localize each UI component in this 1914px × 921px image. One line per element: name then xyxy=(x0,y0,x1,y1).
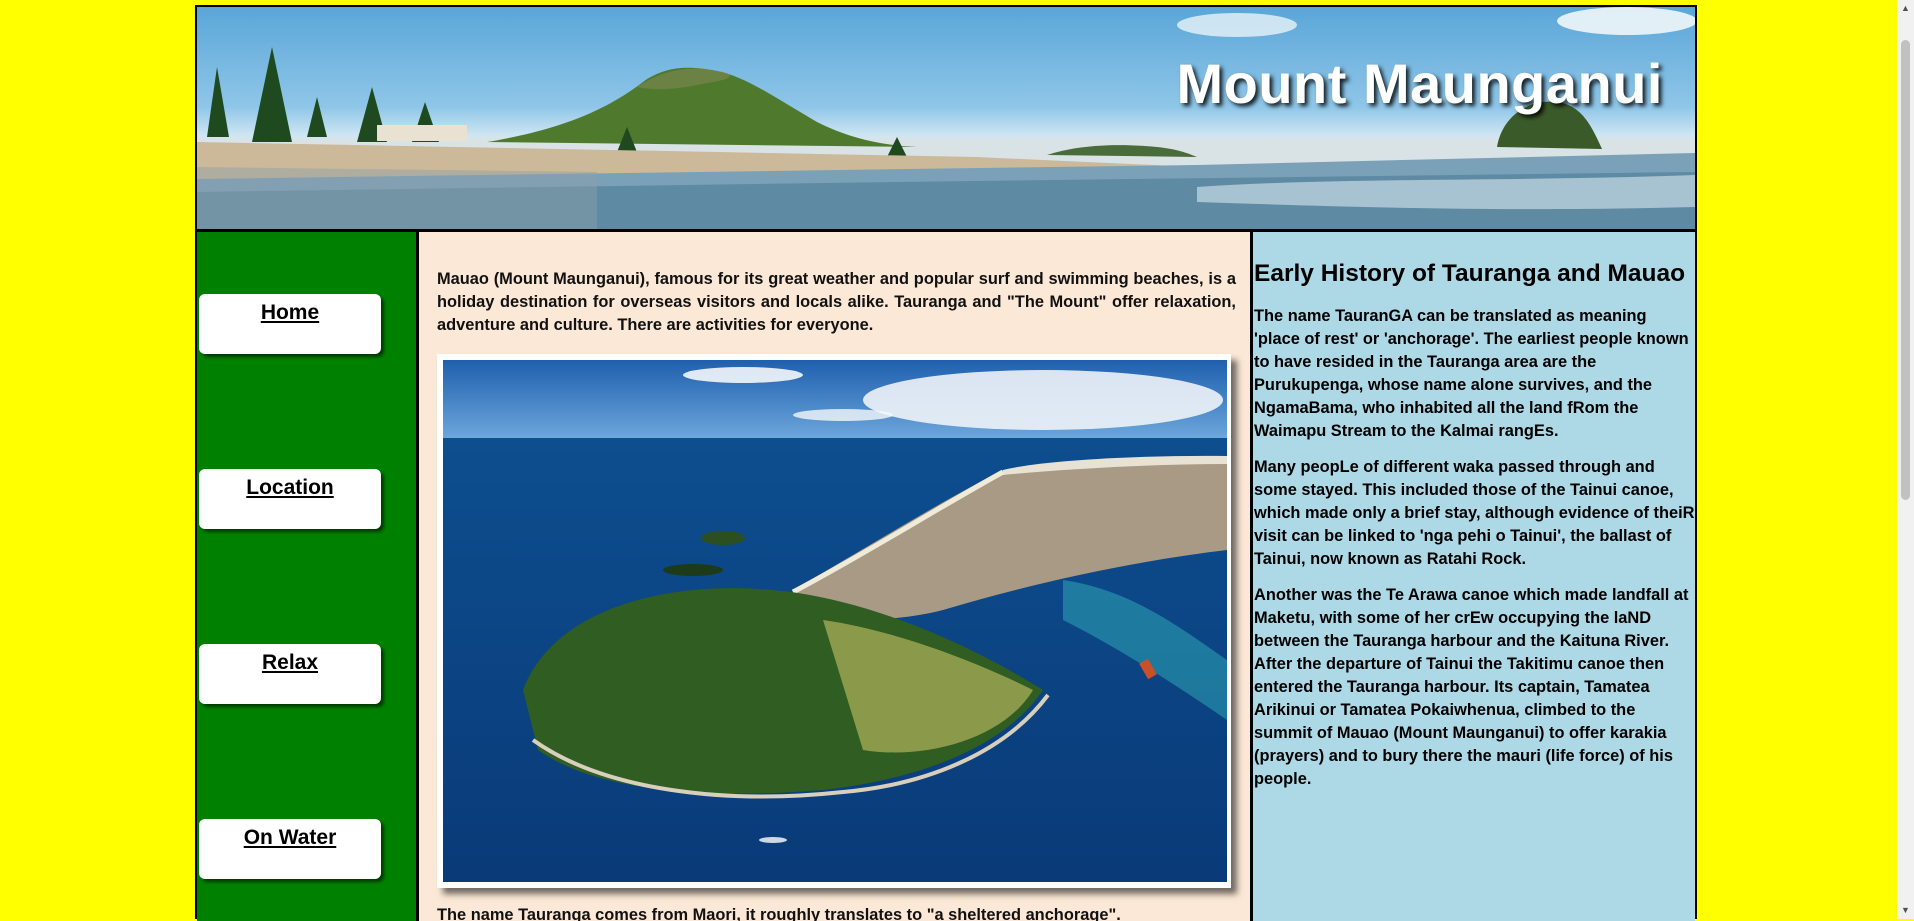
scroll-thumb[interactable] xyxy=(1901,40,1910,500)
history-paragraph: Another was the Te Arawa canoe which mad… xyxy=(1254,586,1689,788)
scroll-down-icon[interactable]: ▼ xyxy=(1897,902,1914,919)
history-panel: Early History of Tauranga and Mauao The … xyxy=(1250,232,1695,921)
nav-location-label[interactable]: Location xyxy=(246,476,334,500)
history-paragraph: The name TauranGA can be translated as m… xyxy=(1254,307,1689,440)
nav-home-label[interactable]: Home xyxy=(261,301,319,325)
intro-paragraph: Mauao (Mount Maunganui), famous for its … xyxy=(437,270,1236,334)
nav-location-button[interactable]: Location xyxy=(199,469,381,529)
main-content: Mauao (Mount Maunganui), famous for its … xyxy=(419,232,1250,921)
history-heading: Early History of Tauranga and Mauao xyxy=(1254,260,1686,287)
nav-on-water-button[interactable]: On Water xyxy=(199,819,381,879)
aerial-mount-photo xyxy=(443,360,1227,882)
nav-on-water-label[interactable]: On Water xyxy=(244,826,337,850)
scroll-up-icon[interactable]: ▲ xyxy=(1897,0,1914,17)
photo-frame xyxy=(437,354,1231,888)
vertical-scrollbar[interactable]: ▲ ▼ xyxy=(1897,0,1914,919)
header-banner: Mount Maunganui xyxy=(197,7,1695,232)
site-title: Mount Maunganui xyxy=(1176,52,1663,115)
nav-home-button[interactable]: Home xyxy=(199,294,381,354)
nav-relax-label[interactable]: Relax xyxy=(262,651,318,675)
sidebar-nav: Home Location Relax On Water xyxy=(197,232,419,921)
history-paragraph: Many peopLe of different waka passed thr… xyxy=(1254,458,1695,568)
nav-relax-button[interactable]: Relax xyxy=(199,644,381,704)
page-container: Mount Maunganui Home Location Relax On W… xyxy=(195,5,1697,921)
beach-panorama-image xyxy=(197,7,1695,229)
bottom-paragraph: The name Tauranga comes from Maori, it r… xyxy=(437,906,1121,921)
